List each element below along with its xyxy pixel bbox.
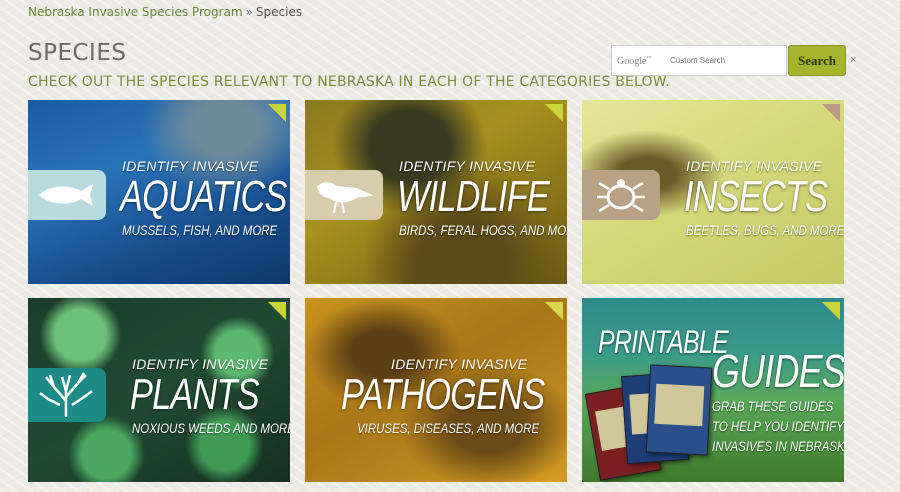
fish-icon: [28, 170, 106, 220]
tile-subtitle: NOXIOUS WEEDS AND MORE: [132, 420, 290, 436]
tile-aquatics[interactable]: IDENTIFY INVASIVE AQUATICS MUSSELS, FISH…: [28, 100, 290, 284]
tile-subtitle: BEETLES, BUGS, AND MORE: [686, 222, 844, 238]
breadcrumb-separator: »: [245, 5, 253, 19]
search-box: Google™: [611, 45, 787, 76]
corner-marker: [545, 302, 563, 320]
breadcrumb-current: Species: [255, 5, 303, 19]
corner-marker: [268, 104, 286, 122]
tile-title: INSECTS: [684, 172, 828, 221]
breadcrumb-home-link[interactable]: Nebraska Invasive Species Program: [28, 5, 243, 19]
tile-wildlife[interactable]: IDENTIFY INVASIVE WILDLIFE BIRDS, FERAL …: [305, 100, 567, 284]
clear-search-icon[interactable]: ×: [850, 54, 856, 66]
tile-subtitle: MUSSELS, FISH, AND MORE: [122, 222, 278, 238]
tile-subtitle: BIRDS, FERAL HOGS, AND MORE: [399, 222, 567, 238]
tile-kicker: PRINTABLE: [598, 324, 729, 360]
tile-subtitle-line: INVASIVES IN NEBRASKA: [712, 438, 844, 454]
page-title: SPECIES: [28, 40, 127, 66]
tile-title: PLANTS: [130, 370, 260, 419]
tile-plants[interactable]: IDENTIFY INVASIVE PLANTS NOXIOUS WEEDS A…: [28, 298, 290, 482]
page-subtitle: CHECK OUT THE SPECIES RELEVANT TO NEBRAS…: [28, 74, 670, 90]
tile-subtitle-line: GRAB THESE GUIDES: [712, 398, 834, 414]
tile-insects[interactable]: IDENTIFY INVASIVE INSECTS BEETLES, BUGS,…: [582, 100, 844, 284]
beetle-icon: [582, 170, 660, 220]
tile-subtitle-line: TO HELP YOU IDENTIFY: [712, 418, 844, 434]
tile-subtitle: VIRUSES, DISEASES, AND MORE: [357, 420, 540, 436]
tile-title: GUIDES: [712, 345, 844, 397]
corner-marker: [268, 302, 286, 320]
tile-pathogens[interactable]: IDENTIFY INVASIVE PATHOGENS VIRUSES, DIS…: [305, 298, 567, 482]
tile-printable-guides[interactable]: PRINTABLE GUIDES GRAB THESE GUIDES TO HE…: [582, 298, 844, 482]
corner-marker: [545, 104, 563, 122]
plant-icon: [28, 368, 106, 422]
corner-marker: [822, 302, 840, 320]
search-input[interactable]: [612, 46, 786, 75]
tile-title: WILDLIFE: [397, 172, 550, 221]
search-button[interactable]: Search: [788, 45, 846, 76]
tile-title: AQUATICS: [120, 172, 287, 221]
breadcrumb: Nebraska Invasive Species Program» Specie…: [28, 5, 302, 19]
tile-title: PATHOGENS: [341, 370, 545, 419]
bird-icon: [305, 170, 383, 220]
guides-books-icon: [584, 362, 713, 481]
corner-marker: [822, 104, 840, 122]
